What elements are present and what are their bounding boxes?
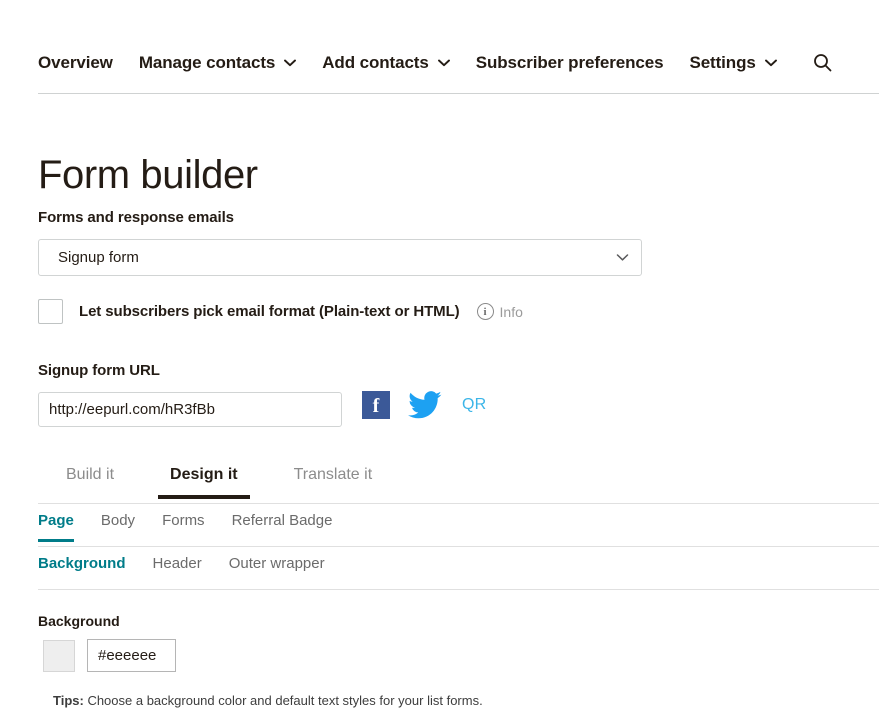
facebook-glyph: f [372,395,380,417]
social-share-row: f QR [362,391,486,419]
nav-item-add-contacts[interactable]: Add contacts [322,52,450,72]
form-select-value: Signup form [58,249,139,266]
nav-item-label: Settings [689,53,756,72]
nav-item-label: Add contacts [322,53,429,72]
tab-outer-wrapper[interactable]: Outer wrapper [229,555,344,584]
facebook-icon[interactable]: f [362,391,390,419]
color-swatch[interactable] [43,639,75,672]
qr-code-link[interactable]: QR [462,396,486,414]
nav-item-label: Subscriber preferences [475,53,664,72]
tab-background[interactable]: Background [38,555,145,584]
email-format-label-main: Let subscribers pick email format [79,303,320,320]
twitter-icon[interactable] [408,391,442,419]
nav-item-overview[interactable]: Overview [38,52,113,71]
tab-translate-it[interactable]: Translate it [266,462,401,498]
email-format-row: Let subscribers pick email format (Plain… [38,299,523,324]
tips-prefix: Tips: [53,693,84,708]
secondary-tabs: Page Body Forms Referral Badge [38,512,879,547]
info-tooltip-trigger[interactable]: i Info [476,303,523,320]
tab-header[interactable]: Header [153,555,221,584]
page-title: Form builder [38,152,258,197]
tab-referral-badge[interactable]: Referral Badge [232,512,352,541]
tab-design-it[interactable]: Design it [142,462,266,499]
tab-body[interactable]: Body [101,512,154,541]
nav-item-settings[interactable]: Settings [689,52,777,72]
chevron-down-icon [437,59,450,67]
email-format-label-sub: (Plain-text or HTML) [319,303,460,320]
info-label: Info [499,303,523,320]
nav-item-subscriber-preferences[interactable]: Subscriber preferences [476,52,664,71]
signup-url-input[interactable] [38,392,342,427]
form-select[interactable]: Signup form [38,239,642,276]
tab-page[interactable]: Page [38,512,93,542]
background-control-label: Background [38,613,120,629]
nav-item-label: Manage contacts [138,53,276,72]
nav-item-label: Overview [38,53,113,72]
background-color-row [43,639,176,672]
main-navigation: Overview Manage contacts Add contacts Su… [38,52,879,94]
chevron-down-icon [616,253,629,262]
info-circle-icon: i [476,303,494,320]
search-button[interactable] [813,52,832,77]
chevron-down-icon [764,59,777,67]
primary-tabs: Build it Design it Translate it [38,462,879,504]
email-format-checkbox[interactable] [38,299,63,324]
forms-section-label: Forms and response emails [38,209,234,226]
search-icon [813,53,832,77]
hex-color-input[interactable] [87,639,176,672]
email-format-label[interactable]: Let subscribers pick email format (Plain… [79,303,460,320]
tips-text: Tips: Choose a background color and defa… [53,693,483,708]
tab-build-it[interactable]: Build it [38,462,142,498]
tab-forms[interactable]: Forms [162,512,224,541]
nav-item-manage-contacts[interactable]: Manage contacts [138,52,297,72]
tertiary-tabs: Background Header Outer wrapper [38,555,879,590]
signup-url-label: Signup form URL [38,362,160,379]
chevron-down-icon [284,59,297,67]
tips-body: Choose a background color and default te… [83,693,483,708]
